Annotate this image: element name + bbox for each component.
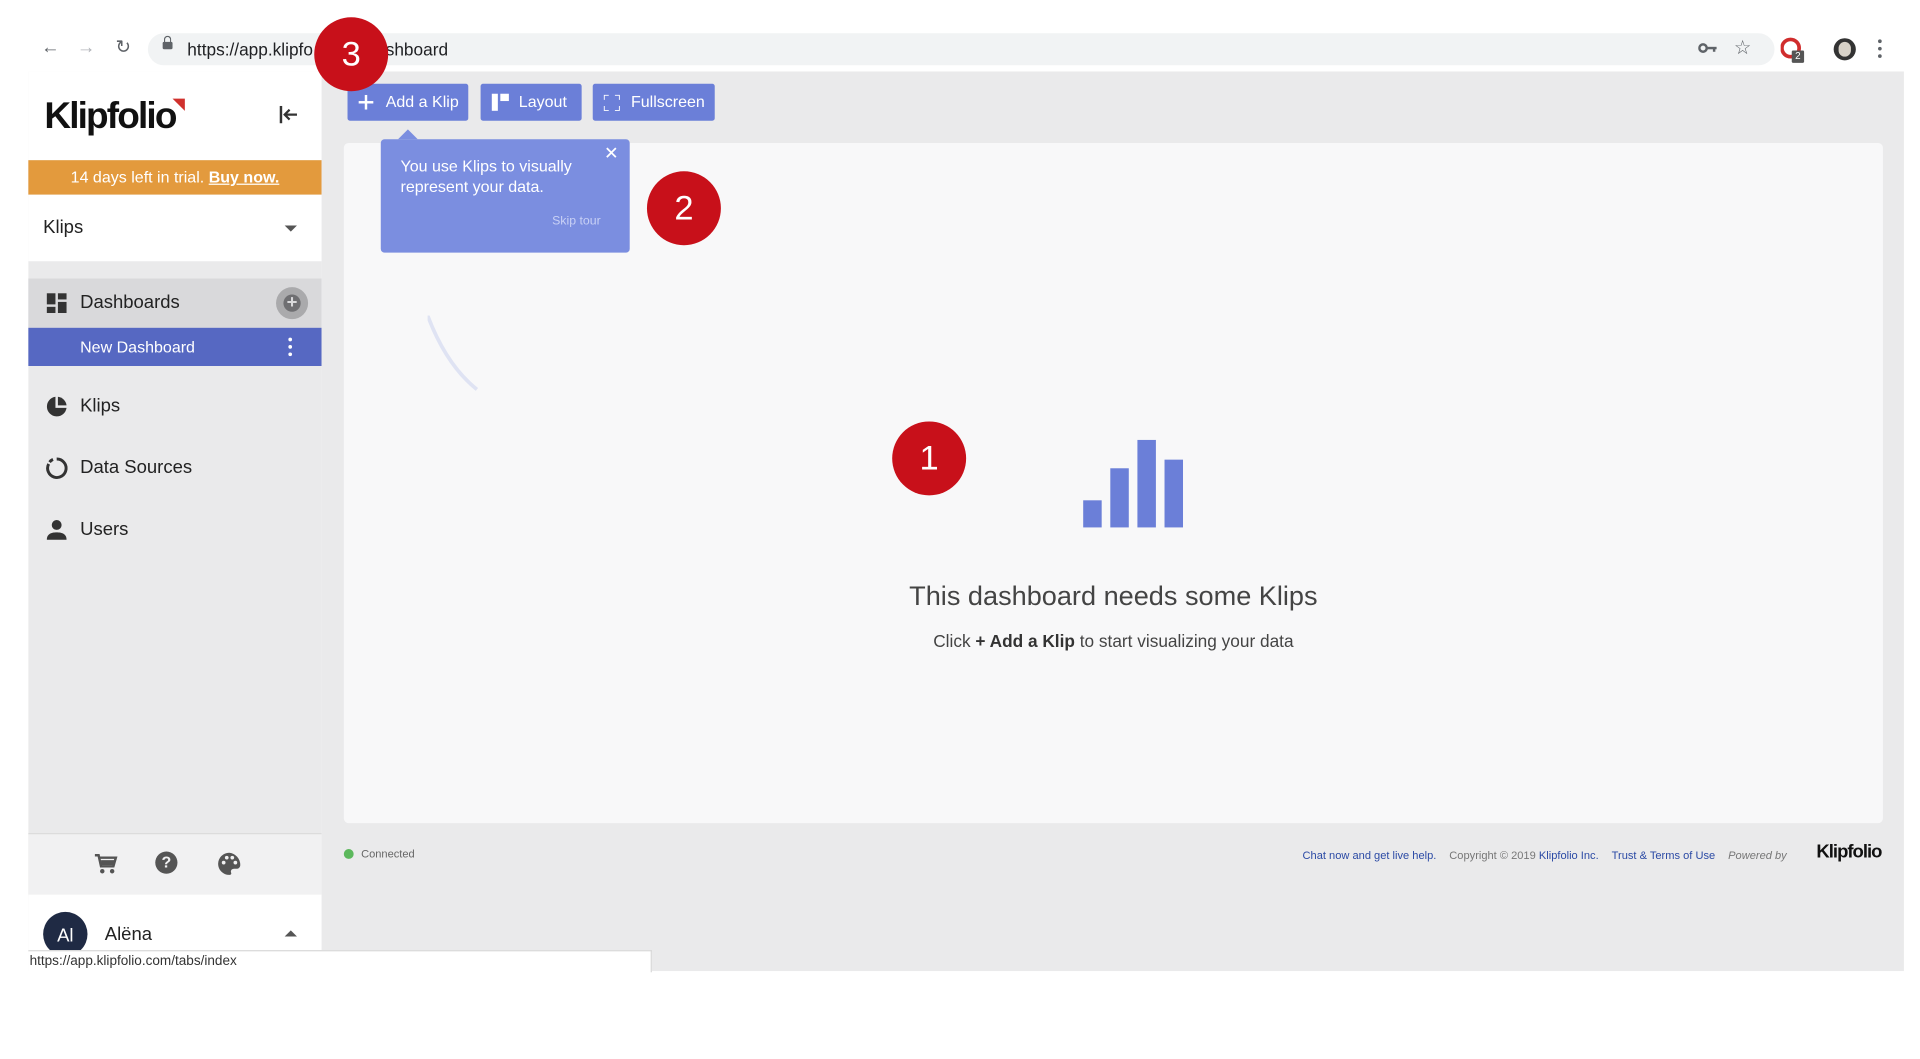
data-sources-icon xyxy=(46,457,68,479)
empty-state-emphasis: + Add a Klip xyxy=(975,630,1075,651)
empty-state-text: to start visualizing your data xyxy=(1079,630,1294,651)
layout-label: Layout xyxy=(518,92,567,111)
star-icon[interactable]: ☆ xyxy=(1734,36,1752,61)
chevron-up-icon xyxy=(284,930,297,937)
tour-tooltip: You use Klips to visually represent your… xyxy=(380,129,630,253)
klipfolio-logo[interactable]: Klipfolio xyxy=(44,96,177,138)
skip-tour-link[interactable]: Skip tour xyxy=(552,214,601,228)
sidebar-item-data-sources[interactable]: Data Sources xyxy=(28,447,321,491)
sidebar-header: Klipfolio xyxy=(28,71,322,161)
lock-icon xyxy=(162,35,173,50)
status-text: Connected xyxy=(361,847,415,861)
add-dashboard-button[interactable] xyxy=(276,287,309,320)
fullscreen-label: Fullscreen xyxy=(630,92,705,111)
annotation-marker-3: 3 xyxy=(314,17,389,92)
sidebar-item-label: Dashboards xyxy=(80,292,180,314)
close-icon[interactable]: ✕ xyxy=(604,144,619,161)
help-icon[interactable]: ? xyxy=(155,851,180,877)
back-icon[interactable]: ← xyxy=(41,37,61,59)
footer-klipfolio-logo[interactable]: Klipfolio xyxy=(1816,842,1882,863)
reload-icon[interactable]: ↻ xyxy=(113,37,133,59)
tooltip-text: You use Klips to visually represent your… xyxy=(400,156,572,196)
browser-menu-icon[interactable] xyxy=(1878,39,1883,59)
palette-icon[interactable] xyxy=(217,852,242,877)
sidebar-item-label: Klips xyxy=(80,395,121,417)
klips-dropdown-label: Klips xyxy=(43,216,84,238)
sidebar-item-klips[interactable]: Klips xyxy=(28,386,321,430)
status-dot-icon xyxy=(343,849,354,859)
trial-text: 14 days left in trial. xyxy=(70,167,205,187)
extension-icon[interactable]: 2 xyxy=(1780,37,1805,63)
add-klip-button[interactable]: Add a Klip xyxy=(347,83,469,121)
sidebar-item-new-dashboard[interactable]: New Dashboard xyxy=(28,327,322,366)
pie-chart-icon xyxy=(46,396,68,418)
profile-avatar-icon[interactable] xyxy=(1833,38,1856,61)
layout-button[interactable]: Layout xyxy=(480,83,582,121)
copyright-text: Copyright © 2019 xyxy=(1449,849,1536,862)
bar-chart-icon xyxy=(1083,439,1187,528)
footer-links: Chat now and get live help. Copyright © … xyxy=(1303,849,1787,861)
address-url-end: shboard xyxy=(385,39,449,60)
user-name: Alëna xyxy=(104,924,153,946)
sidebar-item-label: Users xyxy=(80,518,129,540)
collapse-sidebar-icon[interactable] xyxy=(277,104,302,129)
layout-icon xyxy=(491,93,509,111)
company-link[interactable]: Klipfolio Inc. xyxy=(1539,849,1599,861)
klips-dropdown[interactable]: Klips xyxy=(28,194,322,262)
screen: ← → ↻ https://app.klipfo shboard ☆ 2 Kli… xyxy=(0,0,1920,1059)
dashboard-options-icon[interactable] xyxy=(288,337,293,358)
logo-mark-icon xyxy=(172,98,185,111)
empty-state-subtitle: Click + Add a Klip to start visualizing … xyxy=(344,631,1883,651)
key-icon[interactable] xyxy=(1698,38,1718,58)
powered-by-text: Powered by xyxy=(1728,849,1787,862)
browser-toolbar: ← → ↻ https://app.klipfo shboard ☆ 2 xyxy=(0,0,1920,72)
address-bar[interactable]: https://app.klipfo shboard xyxy=(147,33,1775,66)
dashboard-area: Add a Klip Layout Fullscreen This dashbo… xyxy=(321,71,1904,972)
terms-link[interactable]: Trust & Terms of Use xyxy=(1612,849,1716,861)
extension-badge: 2 xyxy=(1791,50,1805,63)
fullscreen-icon xyxy=(603,94,620,111)
address-url-start: https://app.klipfo xyxy=(187,39,313,60)
help-glyph: ? xyxy=(155,851,178,874)
sidebar-item-users[interactable]: Users xyxy=(28,509,321,553)
buy-now-link[interactable]: Buy now. xyxy=(209,168,280,186)
fullscreen-button[interactable]: Fullscreen xyxy=(592,83,715,121)
sidebar-footer: ? xyxy=(28,833,322,896)
chevron-down-icon xyxy=(284,225,297,232)
sidebar: Klipfolio 14 days left in trial. Buy now… xyxy=(28,71,322,972)
plus-icon xyxy=(358,94,374,110)
cart-icon[interactable] xyxy=(94,852,119,877)
annotation-marker-2: 2 xyxy=(646,171,721,246)
dashboard-grid-icon xyxy=(46,292,68,314)
sidebar-item-label: Data Sources xyxy=(80,457,193,479)
add-klip-label: Add a Klip xyxy=(385,92,459,111)
annotation-marker-1: 1 xyxy=(892,421,967,496)
chat-link[interactable]: Chat now and get live help. xyxy=(1303,849,1437,861)
link-preview-status: https://app.klipfolio.com/tabs/index xyxy=(28,950,652,973)
tour-arc-decoration xyxy=(427,315,479,391)
trial-banner: 14 days left in trial. Buy now. xyxy=(28,160,322,195)
sidebar-item-dashboards[interactable]: Dashboards xyxy=(28,278,322,328)
empty-state-text: Click xyxy=(933,630,971,651)
forward-icon[interactable]: → xyxy=(76,37,96,59)
empty-state-title: This dashboard needs some Klips xyxy=(909,580,1318,612)
sidebar-item-label: New Dashboard xyxy=(80,337,195,357)
user-icon xyxy=(46,519,68,541)
